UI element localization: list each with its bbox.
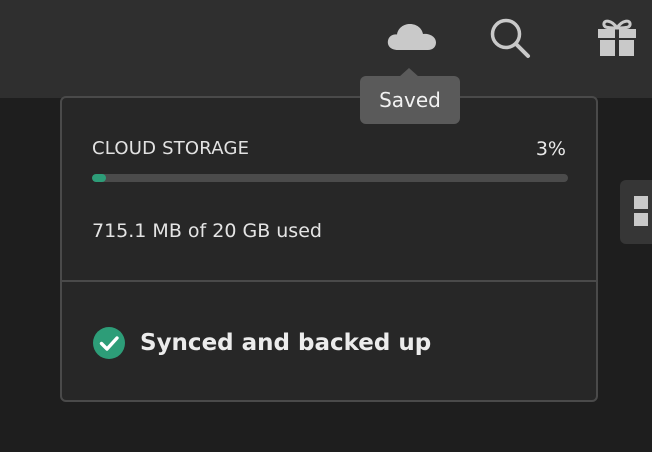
cloud-storage-panel: CLOUD STORAGE 3% 715.1 MB of 20 GB used …: [60, 96, 598, 402]
check-circle-icon: [93, 327, 125, 359]
sync-status: Synced and backed up: [92, 326, 431, 360]
gift-icon[interactable]: [595, 16, 639, 58]
saved-tooltip: Saved: [360, 76, 460, 124]
sync-status-text: Synced and backed up: [140, 330, 432, 356]
storage-percent: 3%: [535, 138, 566, 160]
storage-title: CLOUD STORAGE: [92, 138, 250, 159]
top-toolbar: [0, 0, 652, 98]
side-panel-toggle[interactable]: [620, 180, 652, 244]
storage-usage-text: 715.1 MB of 20 GB used: [92, 220, 322, 242]
panel-divider: [62, 280, 596, 282]
cloud-icon[interactable]: [386, 22, 438, 52]
grid-icon: [634, 196, 648, 226]
search-icon[interactable]: [488, 16, 532, 60]
storage-meter-fill: [92, 174, 107, 182]
storage-meter: [92, 174, 568, 182]
